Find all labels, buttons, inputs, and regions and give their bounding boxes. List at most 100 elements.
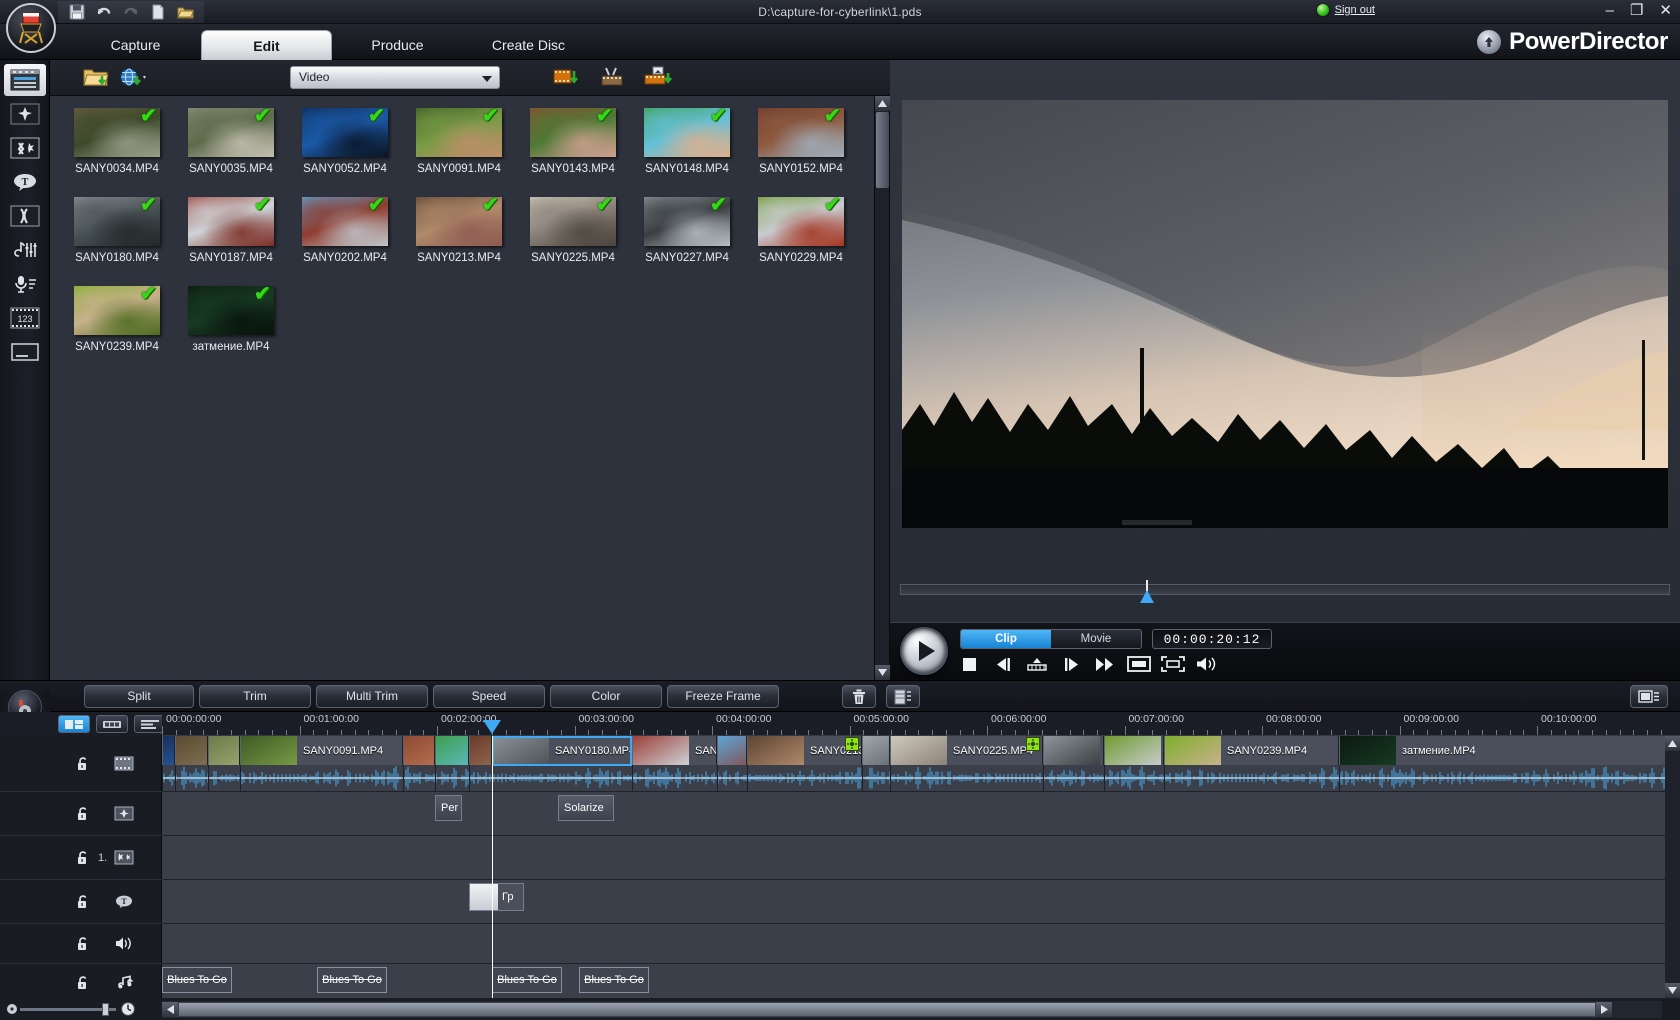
volume-icon[interactable]	[1190, 651, 1224, 677]
library-scrollbar[interactable]	[874, 96, 890, 680]
undo-icon[interactable]	[95, 3, 113, 21]
media-item[interactable]: ✔ SANY0187.MP4	[174, 197, 288, 264]
timeline-zoom-slider[interactable]	[6, 1002, 136, 1016]
timeline-clip[interactable]	[862, 736, 890, 766]
import-media-icon[interactable]	[78, 64, 114, 92]
media-item[interactable]: ✔ SANY0239.MP4	[60, 286, 174, 353]
timeline-track-pip[interactable]	[162, 836, 1680, 880]
hscroll-left-icon[interactable]	[162, 1002, 178, 1017]
fast-forward-icon[interactable]	[1088, 651, 1122, 677]
tab-create-disc[interactable]: Create Disc	[463, 30, 594, 60]
media-item[interactable]: ✔ SANY0202.MP4	[288, 197, 402, 264]
close-button[interactable]: ✕	[1659, 2, 1672, 20]
timeline-clip[interactable]	[469, 736, 492, 766]
fullscreen-icon[interactable]	[1156, 651, 1190, 677]
timeline-clip[interactable]	[717, 736, 747, 766]
redo-icon[interactable]	[122, 3, 140, 21]
timeline-view-toggle-icon[interactable]	[1630, 685, 1668, 708]
previous-frame-icon[interactable]	[986, 651, 1020, 677]
timeline-vertical-scrollbar[interactable]	[1665, 736, 1680, 998]
timeline-clip[interactable]: затмение.MP4	[1339, 736, 1680, 766]
tab-capture[interactable]: Capture	[70, 30, 201, 60]
detect-scenes-icon[interactable]	[550, 63, 582, 91]
clip-effect-badge-icon[interactable]	[1026, 737, 1040, 751]
trim-button[interactable]: Trim	[199, 685, 311, 708]
timeline-clip[interactable]: SANY0225.MP4	[890, 736, 1043, 766]
media-item[interactable]: ✔ SANY0148.MP4	[630, 108, 744, 175]
music-clip[interactable]: Blues To Go	[317, 967, 387, 993]
timeline-track-effect[interactable]: Per Solarize	[162, 792, 1680, 836]
restore-button[interactable]: ❐	[1630, 2, 1643, 20]
play-button[interactable]	[900, 627, 948, 675]
media-item[interactable]: ✔ SANY0143.MP4	[516, 108, 630, 175]
scrubber-track[interactable]	[900, 584, 1670, 595]
music-clip[interactable]: Blues To Go	[579, 967, 649, 993]
speed-button[interactable]: Speed	[433, 685, 545, 708]
unlock-icon[interactable]	[74, 756, 92, 772]
zoom-slider-knob[interactable]	[102, 1003, 109, 1016]
timeline-playhead-handle[interactable]	[483, 720, 501, 734]
media-item[interactable]: ✔ SANY0225.MP4	[516, 197, 630, 264]
sidebar-item-title-room[interactable]: T	[4, 166, 46, 198]
split-button[interactable]: Split	[84, 685, 194, 708]
freeze-frame-button[interactable]: Freeze Frame	[667, 685, 779, 708]
step-marker-icon[interactable]	[1020, 651, 1054, 677]
title-track-icon[interactable]: T	[112, 894, 136, 909]
tab-produce[interactable]: Produce	[332, 30, 463, 60]
media-item[interactable]: ✔ SANY0229.MP4	[744, 197, 858, 264]
storyboard-view-icon[interactable]	[96, 715, 128, 733]
unlock-icon[interactable]	[74, 894, 92, 910]
timeline-clip[interactable]	[175, 736, 208, 766]
sidebar-item-voice-over-room[interactable]	[4, 268, 46, 300]
trash-icon[interactable]	[842, 685, 876, 708]
preview-video[interactable]	[902, 100, 1668, 528]
new-project-icon[interactable]	[149, 3, 167, 21]
unlock-icon[interactable]	[74, 975, 92, 991]
sidebar-item-pip-objects-room[interactable]	[4, 132, 46, 164]
music-clip[interactable]: Blues To Go	[162, 967, 232, 993]
effect-track-icon[interactable]	[112, 806, 136, 821]
timeline-clip[interactable]: SANY0091.MP4	[240, 736, 403, 766]
designer-icon[interactable]	[886, 685, 920, 708]
hscroll-thumb[interactable]	[178, 1002, 1596, 1017]
media-item[interactable]: ✔ SANY0213.MP4	[402, 197, 516, 264]
timeline-scroll-down-icon[interactable]	[1665, 983, 1680, 998]
effect-clip[interactable]: Solarize	[558, 795, 614, 821]
timeline-clip[interactable]	[435, 736, 469, 766]
unlock-icon[interactable]	[74, 936, 92, 952]
library-filter-select[interactable]: Video	[290, 66, 500, 89]
signout-link[interactable]: Sign out	[1335, 4, 1375, 16]
timeline-track-title[interactable]: Гр	[162, 880, 1680, 924]
timeline-track-music[interactable]: Blues To Go Blues To Go Blues To Go Blues T…	[162, 964, 1680, 998]
preview-timecode[interactable]: 00:00:20:12	[1152, 629, 1272, 649]
timeline-clip[interactable]: SANY	[632, 736, 717, 766]
sidebar-item-subtitle-room[interactable]	[4, 336, 46, 368]
video-track-icon[interactable]	[112, 756, 136, 771]
timeline-clip[interactable]: SANY0180.MP4	[492, 736, 632, 766]
sidebar-item-media-room[interactable]	[3, 64, 46, 96]
voice-track-icon[interactable]	[112, 936, 136, 951]
stop-icon[interactable]	[952, 651, 986, 677]
media-item[interactable]: ✔ SANY0227.MP4	[630, 197, 744, 264]
effect-clip[interactable]: Per	[435, 795, 462, 821]
timeline-view-icon[interactable]	[58, 715, 90, 733]
timeline-clip[interactable]	[208, 736, 240, 766]
merge-clips-icon[interactable]	[596, 63, 628, 91]
media-item[interactable]: ✔ SANY0035.MP4	[174, 108, 288, 175]
color-button[interactable]: Color	[550, 685, 662, 708]
unlock-icon[interactable]	[74, 850, 92, 866]
timeline-clip[interactable]	[1043, 736, 1104, 766]
sidebar-item-chapter-room[interactable]: 123	[4, 302, 46, 334]
timeline-ruler[interactable]: 00:00:00:00 00:01:00:00 00:02:00:00 00:03:0…	[162, 712, 1680, 736]
media-item[interactable]: ✔ SANY0034.MP4	[60, 108, 174, 175]
timeline-clip[interactable]: SANY0239.MP4	[1164, 736, 1339, 766]
media-item[interactable]: ✔ затмение.MP4	[174, 286, 288, 353]
upload-arrow-icon[interactable]	[1477, 30, 1502, 54]
minimize-button[interactable]: –	[1606, 2, 1614, 20]
sidebar-item-effect-room[interactable]	[4, 98, 46, 130]
scrubber-handle[interactable]	[1140, 580, 1154, 606]
download-media-icon[interactable]	[114, 64, 150, 92]
clip-effect-badge-icon[interactable]	[845, 737, 859, 751]
sidebar-item-transition-room[interactable]	[4, 200, 46, 232]
snapshot-icon[interactable]	[1122, 651, 1156, 677]
